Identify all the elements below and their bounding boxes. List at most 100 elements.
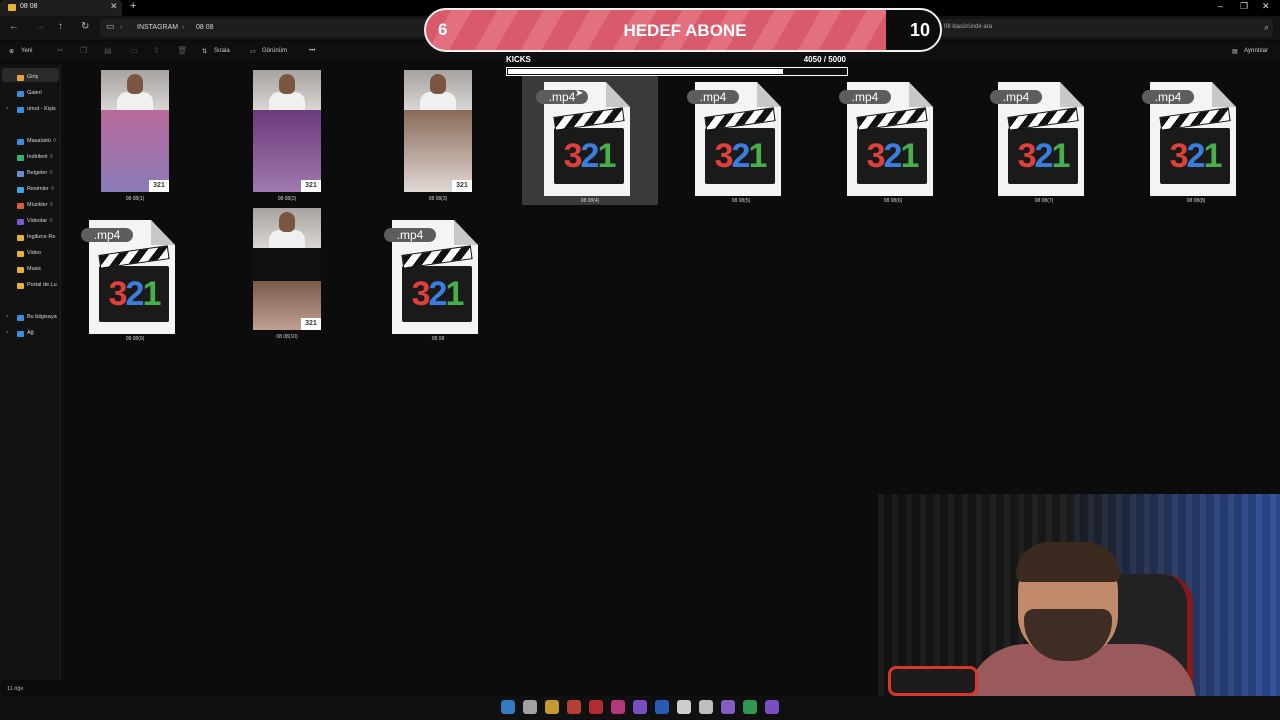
minimize-button[interactable]: – <box>1218 1 1223 11</box>
sort-button[interactable]: Sırala <box>214 48 230 54</box>
search-box[interactable]: 08 klasöründe ara ⌕ <box>938 19 1273 37</box>
after-effects-icon[interactable] <box>721 700 735 714</box>
sidebar-item-label[interactable]: Giriş <box>27 74 38 80</box>
file-name[interactable]: 08 08(9) <box>85 336 185 342</box>
close-tab-icon[interactable]: ✕ <box>110 1 118 12</box>
sidebar-item-label[interactable]: Ağ <box>27 330 34 336</box>
mp4-file-icon[interactable]: 321 .mp4 <box>839 82 933 198</box>
subscriber-goal-banner: 6 HEDEF ABONE 10 <box>424 8 942 52</box>
page-fold <box>1212 82 1236 107</box>
back-arrow-icon[interactable]: ← <box>9 21 19 32</box>
sidebar-item-label[interactable]: Resimler ⚲ <box>27 186 54 192</box>
mp4-file-icon[interactable]: 321 .mp4 <box>536 82 630 198</box>
file-name[interactable]: 08 08(4) <box>540 198 640 204</box>
delete-icon[interactable]: 🗑 <box>177 46 187 55</box>
chevron-right-icon[interactable]: › <box>6 314 8 320</box>
close-window-button[interactable]: ✕ <box>1262 1 1270 12</box>
sidebar-item-label[interactable]: Masaüstü ⚲ <box>27 138 57 144</box>
sidebar-item-label[interactable]: umut - Kişis <box>27 106 56 112</box>
instagram-icon[interactable] <box>611 700 625 714</box>
file-name[interactable]: 08 08 <box>388 336 488 342</box>
task-view-icon[interactable] <box>523 700 537 714</box>
documents-icon <box>17 171 24 177</box>
sidebar-item-label[interactable]: Belgeler ⚲ <box>27 170 53 176</box>
sidebar-item-label[interactable]: Portal de Lu <box>27 282 57 288</box>
video-thumbnail[interactable]: 321 <box>101 70 169 192</box>
new-tab-button[interactable]: + <box>130 0 136 12</box>
breadcrumb-instagram[interactable]: INSTAGRAM <box>137 24 178 31</box>
file-name[interactable]: 08 08(3) <box>388 196 488 202</box>
file-name[interactable]: 08 08(1) <box>85 196 185 202</box>
photoshop-icon[interactable] <box>655 700 669 714</box>
logo-digit: 1 <box>445 275 464 313</box>
opera-icon[interactable] <box>589 700 603 714</box>
sidebar-item-label[interactable]: İngilizce Re <box>27 234 55 240</box>
logo-digit: 2 <box>1034 137 1054 175</box>
mpc-logo-digits: 321 <box>859 136 925 176</box>
capcut-icon[interactable] <box>699 700 713 714</box>
share-icon[interactable]: ⇪ <box>153 46 160 55</box>
new-button[interactable]: Yeni <box>21 48 32 54</box>
mp4-file-icon[interactable]: 321 .mp4 <box>990 82 1084 198</box>
pin-icon: ⚲ <box>49 218 53 224</box>
download-icon <box>17 155 24 161</box>
more-options-button[interactable]: ••• <box>309 48 315 54</box>
refresh-icon[interactable]: ↻ <box>81 21 89 32</box>
file-explorer-icon[interactable] <box>545 700 559 714</box>
up-arrow-icon[interactable]: ↑ <box>58 21 63 32</box>
pin-icon: ⚲ <box>49 154 54 160</box>
sidebar-item-label[interactable]: Bu bilgisaya <box>27 314 57 320</box>
breadcrumb-08-08[interactable]: 08 08 <box>196 24 214 31</box>
maximize-button[interactable]: ❐ <box>1240 1 1248 12</box>
forward-arrow-icon[interactable]: → <box>35 21 45 32</box>
paste-icon[interactable]: ▤ <box>104 46 112 55</box>
video-thumbnail[interactable]: 321 <box>253 208 321 330</box>
file-extension-label: .mp4 <box>687 90 739 104</box>
chevron-right-icon[interactable]: › <box>6 330 8 336</box>
sidebar-item-label[interactable]: İndirilenl ⚲ <box>27 154 53 160</box>
sidebar-item-label[interactable]: Galeri <box>27 90 42 96</box>
sidebar-item-label[interactable]: Music <box>27 266 41 272</box>
logo-digit: 3 <box>866 137 886 175</box>
video-thumbnail[interactable]: 321 <box>404 70 472 192</box>
file-name[interactable]: 08 08(2) <box>237 196 337 202</box>
logo-digit: 3 <box>714 137 734 175</box>
details-button[interactable]: Ayrıntılar <box>1244 48 1268 54</box>
view-button[interactable]: Görünüm <box>262 48 287 54</box>
sort-icon: ⇅ <box>202 49 208 55</box>
file-name[interactable]: 08 08(8) <box>1146 198 1246 204</box>
thumbnail-person-shirt <box>269 92 305 110</box>
pictures-icon <box>17 187 24 193</box>
chrome-icon[interactable] <box>567 700 581 714</box>
obs-icon[interactable] <box>765 700 779 714</box>
cloud-icon <box>17 107 24 113</box>
file-name[interactable]: 08 08(5) <box>691 198 791 204</box>
kicks-progress-fill <box>508 69 783 74</box>
video-thumbnail[interactable]: 321 <box>253 70 321 192</box>
mp4-file-icon[interactable]: 321 .mp4 <box>687 82 781 198</box>
rename-icon[interactable]: ▭ <box>130 46 138 55</box>
mpc-badge-icon: 321 <box>149 180 169 192</box>
copy-icon[interactable]: ❐ <box>80 46 87 55</box>
chevron-right-icon[interactable]: › <box>6 106 8 112</box>
windows-start-icon[interactable] <box>501 700 515 714</box>
logo-digit: 2 <box>580 137 600 175</box>
file-name[interactable]: 08 08(7) <box>994 198 1094 204</box>
mp4-file-icon[interactable]: 321 .mp4 <box>384 220 478 336</box>
tiktok-icon[interactable] <box>677 700 691 714</box>
chrome-icon[interactable] <box>743 700 757 714</box>
sidebar-item-label[interactable]: Video <box>27 250 41 256</box>
sidebar-item-label[interactable]: Videolar ⚲ <box>27 218 53 224</box>
folder-icon <box>17 235 24 241</box>
logo-digit: 3 <box>108 275 128 313</box>
mp4-file-icon[interactable]: 321 .mp4 <box>1142 82 1236 198</box>
file-name[interactable]: 08 08(6) <box>843 198 943 204</box>
sidebar-item-label[interactable]: Müzikler ⚲ <box>27 202 53 208</box>
cut-icon[interactable]: ✂ <box>57 46 64 55</box>
messenger-icon[interactable] <box>633 700 647 714</box>
tab-08-08[interactable]: 08 08 ✕ <box>0 0 122 16</box>
thumbnail-person-shirt <box>420 92 456 110</box>
file-name[interactable]: 08 08(10) <box>237 334 337 340</box>
mp4-file-icon[interactable]: 321 .mp4 <box>81 220 175 336</box>
home-icon <box>17 75 24 81</box>
